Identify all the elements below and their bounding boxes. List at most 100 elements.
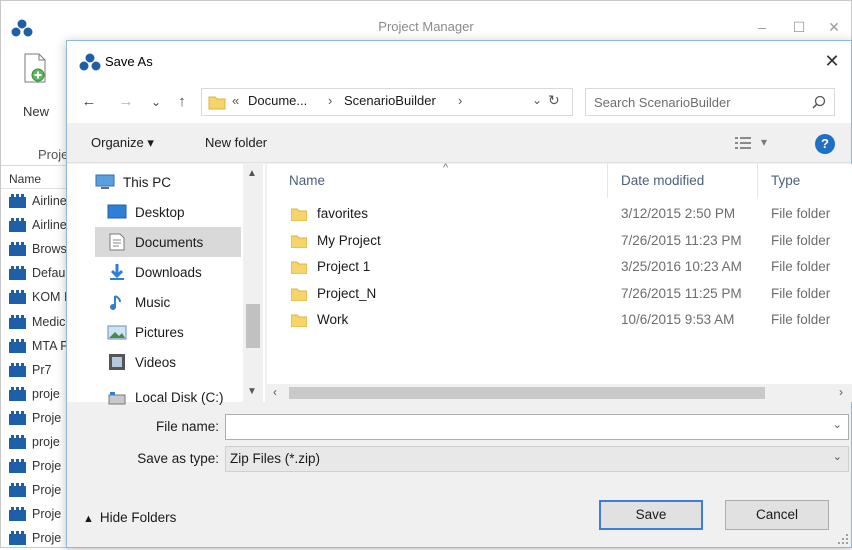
nav-item-documents[interactable]: Documents — [95, 227, 241, 257]
column-header-type[interactable]: Type — [749, 164, 852, 198]
file-date-modified: 7/26/2015 11:23 PM — [621, 232, 742, 248]
nav-item-videos[interactable]: Videos — [107, 347, 176, 377]
search-icon[interactable] — [812, 95, 826, 109]
project-list-item[interactable]: Medic — [1, 309, 68, 333]
scroll-right-arrow-icon[interactable]: › — [839, 385, 843, 399]
project-file-icon — [9, 386, 26, 401]
app-close-button[interactable]: ✕ — [823, 17, 845, 37]
folder-icon — [291, 235, 307, 248]
resize-grip-icon[interactable] — [838, 534, 848, 544]
new-button-label[interactable]: New — [23, 104, 49, 119]
pictures-icon — [107, 325, 127, 340]
file-list-horizontal-scrollbar[interactable]: ‹ › — [267, 384, 852, 402]
project-list-item[interactable]: Airline — [1, 213, 68, 237]
sort-ascending-icon: ^ — [443, 162, 449, 174]
chevron-down-icon[interactable]: ⌄ — [833, 418, 842, 431]
search-input[interactable] — [592, 92, 800, 112]
hide-folders-toggle[interactable]: ▲ Hide Folders — [83, 510, 176, 525]
project-list-item[interactable]: KOM I — [1, 285, 68, 309]
save-as-dialog: Save As ✕ ← → ⌄ ↑ « Docume... › Scenario… — [66, 40, 852, 548]
chevron-down-icon[interactable]: ⌄ — [833, 450, 842, 463]
dialog-close-button[interactable]: ✕ — [819, 49, 845, 73]
project-list-item[interactable]: Proje — [1, 502, 68, 526]
navigation-pane-scrollbar[interactable]: ▲ ▼ — [243, 164, 263, 402]
project-list-item[interactable]: Proje — [1, 406, 68, 430]
project-list-item[interactable]: Proje — [1, 454, 68, 478]
project-list-item[interactable]: Brows — [1, 237, 68, 261]
project-list-item-label: Proje — [32, 483, 62, 498]
dialog-titlebar: Save As ✕ — [67, 41, 851, 81]
file-row[interactable]: favorites 3/12/2015 2:50 PM File folder — [267, 202, 852, 228]
scroll-down-arrow-icon[interactable]: ▼ — [247, 386, 257, 397]
save-as-type-select[interactable]: Zip Files (*.zip) ⌄ — [225, 446, 849, 472]
search-box[interactable] — [585, 88, 835, 116]
project-list-item[interactable]: Airline — [1, 189, 68, 213]
file-name-field[interactable]: ⌄ — [225, 414, 849, 440]
scrollbar-thumb[interactable] — [289, 387, 765, 399]
column-header-date-modified[interactable]: Date modified — [599, 164, 759, 198]
app-minimize-button[interactable]: – — [751, 17, 773, 37]
breadcrumb-scenariobuilder[interactable]: ScenarioBuilder — [344, 93, 436, 108]
project-list-item-label: Brows — [32, 242, 67, 257]
project-list-item[interactable]: Proje — [1, 526, 68, 550]
file-type: File folder — [771, 232, 831, 248]
breadcrumb-documents[interactable]: Docume... — [248, 93, 307, 108]
project-list-item[interactable]: Pr7 — [1, 358, 68, 382]
scroll-up-arrow-icon[interactable]: ▲ — [247, 168, 257, 179]
save-button[interactable]: Save — [599, 500, 703, 530]
back-button[interactable]: ← — [79, 91, 99, 113]
recent-locations-button[interactable]: ⌄ — [149, 91, 163, 113]
up-button[interactable]: ↑ — [173, 91, 191, 113]
nav-item-local-disk-c[interactable]: Local Disk (C:) — [107, 390, 224, 412]
address-dropdown-button[interactable]: ⌄ — [532, 93, 542, 107]
ribbon: New Proje — [1, 41, 71, 166]
new-project-icon[interactable] — [23, 53, 49, 85]
scrollbar-thumb[interactable] — [246, 304, 260, 348]
nav-item-pictures[interactable]: Pictures — [107, 317, 184, 347]
file-row[interactable]: Project_N 7/26/2015 11:25 PM File folder — [267, 282, 852, 308]
address-bar[interactable]: « Docume... › ScenarioBuilder › ⌄ ↻ — [201, 88, 573, 116]
file-type: File folder — [771, 259, 831, 274]
address-overflow-chevron[interactable]: « — [232, 93, 239, 108]
new-folder-button[interactable]: New folder — [205, 135, 267, 150]
nav-item-label: Videos — [135, 354, 177, 370]
project-list-item[interactable]: proje — [1, 430, 68, 454]
chevron-down-icon: ▾ — [761, 135, 768, 149]
file-name: Project_N — [317, 285, 377, 301]
cancel-button[interactable]: Cancel — [725, 500, 829, 530]
dialog-title: Save As — [105, 54, 153, 69]
app-maximize-button[interactable]: ☐ — [788, 17, 810, 37]
project-list-item[interactable]: proje — [1, 382, 68, 406]
project-list-item[interactable]: Proje — [1, 478, 68, 502]
project-file-icon — [9, 410, 26, 425]
change-view-button[interactable]: ▾ — [735, 135, 779, 153]
project-list-item[interactable]: Defau — [1, 261, 68, 285]
scroll-left-arrow-icon[interactable]: ‹ — [273, 385, 277, 399]
organize-menu[interactable]: Organize ▾ — [91, 135, 154, 151]
refresh-button[interactable]: ↻ — [548, 92, 560, 109]
project-list-item[interactable]: MTA P — [1, 334, 68, 358]
help-icon[interactable]: ? — [815, 134, 835, 154]
breadcrumb-separator[interactable]: › — [328, 93, 332, 108]
project-file-icon — [9, 362, 26, 377]
nav-item-this-pc[interactable]: This PC — [95, 167, 171, 197]
file-name-row: File name: ⌄ — [67, 414, 851, 442]
nav-item-music[interactable]: Music — [107, 287, 170, 317]
file-date-modified: 3/25/2016 10:23 AM — [621, 259, 742, 274]
breadcrumb-separator[interactable]: › — [458, 93, 462, 108]
app-title: Project Manager — [378, 19, 474, 34]
file-row[interactable]: Work 10/6/2015 9:53 AM File folder — [267, 308, 852, 334]
file-name-input[interactable] — [230, 418, 820, 436]
file-name: My Project — [317, 232, 381, 248]
file-list: Name ^ Date modified Type favorites 3/12/… — [267, 162, 852, 402]
nav-item-desktop[interactable]: Desktop — [107, 197, 185, 227]
project-file-icon — [9, 218, 26, 233]
project-list-header[interactable]: Name — [1, 169, 68, 189]
downloads-icon — [110, 264, 124, 280]
file-row[interactable]: Project 1 3/25/2016 10:23 AM File folder — [267, 255, 852, 281]
command-toolbar: Organize ▾ New folder ▾ ? — [67, 123, 851, 163]
nav-item-downloads[interactable]: Downloads — [107, 257, 202, 287]
file-row[interactable]: My Project 7/26/2015 11:23 PM File folder — [267, 229, 852, 255]
column-header-name[interactable]: Name — [267, 164, 607, 198]
forward-button[interactable]: → — [117, 91, 135, 113]
